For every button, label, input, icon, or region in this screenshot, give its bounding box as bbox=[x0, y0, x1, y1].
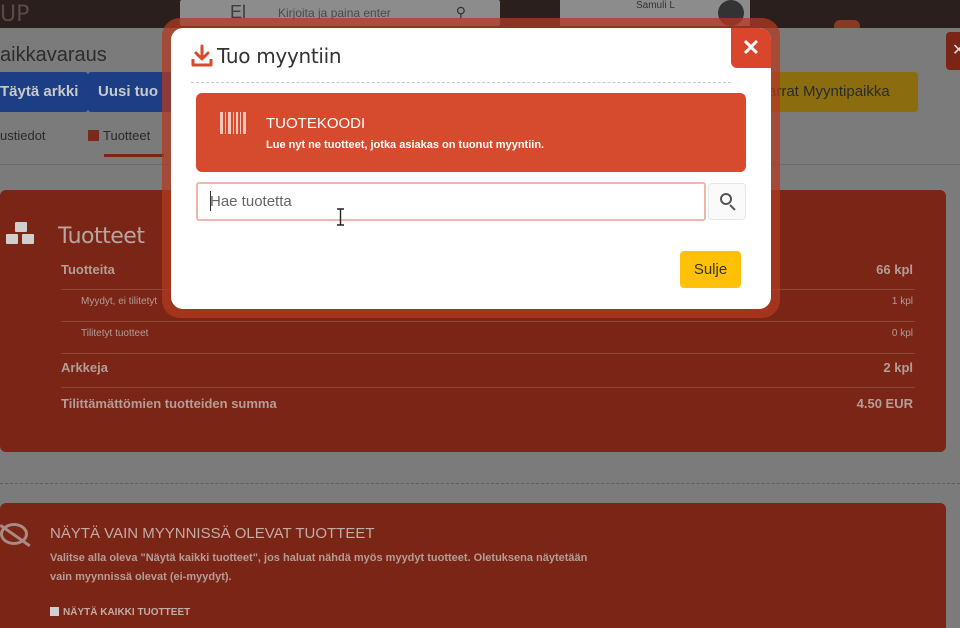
barcode-info-box: TUOTEKOODI Lue nyt ne tuotteet, jotka as… bbox=[196, 93, 746, 172]
text-cursor-icon bbox=[337, 208, 344, 226]
tab-info[interactable]: ustiedot bbox=[0, 128, 46, 143]
show-all-checkbox[interactable]: NÄYTÄ KAIKKI TUOTTEET bbox=[50, 607, 190, 618]
filter-panel: NÄYTÄ VAIN MYYNNISSÄ OLEVAT TUOTTEET Val… bbox=[0, 503, 946, 628]
new-button-label: Uusi tuo bbox=[98, 83, 158, 100]
barcode-icon bbox=[220, 112, 246, 134]
download-icon bbox=[191, 44, 213, 68]
stat-row: Tilitetyt tuotteet 0 kpl bbox=[61, 328, 915, 354]
stat-value: 66 kpl bbox=[876, 262, 913, 277]
close-icon[interactable]: ✕ bbox=[731, 28, 771, 68]
barcode-description: Lue nyt ne tuotteet, jotka asiakas on tu… bbox=[266, 139, 545, 151]
stat-value: 1 kpl bbox=[891, 296, 913, 307]
app-logo: UP bbox=[0, 2, 30, 27]
close-icon[interactable]: ✕ bbox=[946, 32, 960, 70]
stalls-button[interactable]: arrat Myyntipaikka bbox=[760, 72, 918, 112]
stat-label: Tilittämättömien tuotteiden summa bbox=[61, 396, 277, 411]
product-search-input[interactable] bbox=[196, 182, 706, 221]
close-button[interactable]: Sulje bbox=[680, 251, 741, 288]
stat-value: 4.50 EUR bbox=[856, 396, 913, 411]
barcode-title: TUOTEKOODI bbox=[266, 115, 366, 132]
stat-label: Tuotteita bbox=[61, 262, 115, 277]
stat-row: Arkkeja 2 kpl bbox=[61, 360, 915, 388]
active-tab-indicator bbox=[104, 154, 164, 157]
import-to-sale-modal: Tuo myyntiin ✕ TUOTEKOODI Lue nyt ne tuo… bbox=[171, 28, 771, 309]
user-name: Samuli L bbox=[636, 0, 675, 11]
stat-row: Tilittämättömien tuotteiden summa 4.50 E… bbox=[61, 396, 915, 418]
filter-panel-description: Valitse alla oleva "Näytä kaikki tuottee… bbox=[50, 552, 588, 583]
stat-value: 0 kpl bbox=[891, 328, 913, 339]
modal-separator bbox=[191, 82, 731, 83]
search-button[interactable] bbox=[708, 183, 746, 220]
stat-label: Tilitetyt tuotteet bbox=[81, 328, 149, 339]
boxes-icon bbox=[6, 222, 36, 246]
checkbox-icon bbox=[50, 607, 59, 616]
filter-panel-title: NÄYTÄ VAIN MYYNNISSÄ OLEVAT TUOTTEET bbox=[50, 525, 375, 542]
eye-slash-icon bbox=[0, 523, 28, 545]
stat-label: Myydyt, ei tilitetyt bbox=[81, 296, 158, 307]
show-all-label: NÄYTÄ KAIKKI TUOTTEET bbox=[63, 607, 191, 618]
section-divider bbox=[0, 483, 960, 484]
tab-products-label: Tuotteet bbox=[103, 128, 151, 143]
stat-value: 2 kpl bbox=[883, 360, 913, 375]
stat-label: Arkkeja bbox=[61, 360, 108, 375]
modal-header: Tuo myyntiin bbox=[191, 42, 342, 70]
fill-sheet-button[interactable]: Täytä arkki bbox=[0, 72, 88, 112]
text-caret bbox=[210, 191, 211, 211]
modal-title: Tuo myyntiin bbox=[217, 44, 342, 68]
page-title: aikkavaraus bbox=[0, 44, 107, 66]
box-icon bbox=[88, 130, 99, 141]
tab-products[interactable]: Tuotteet bbox=[88, 128, 150, 143]
products-panel-title: Tuotteet bbox=[58, 224, 145, 249]
